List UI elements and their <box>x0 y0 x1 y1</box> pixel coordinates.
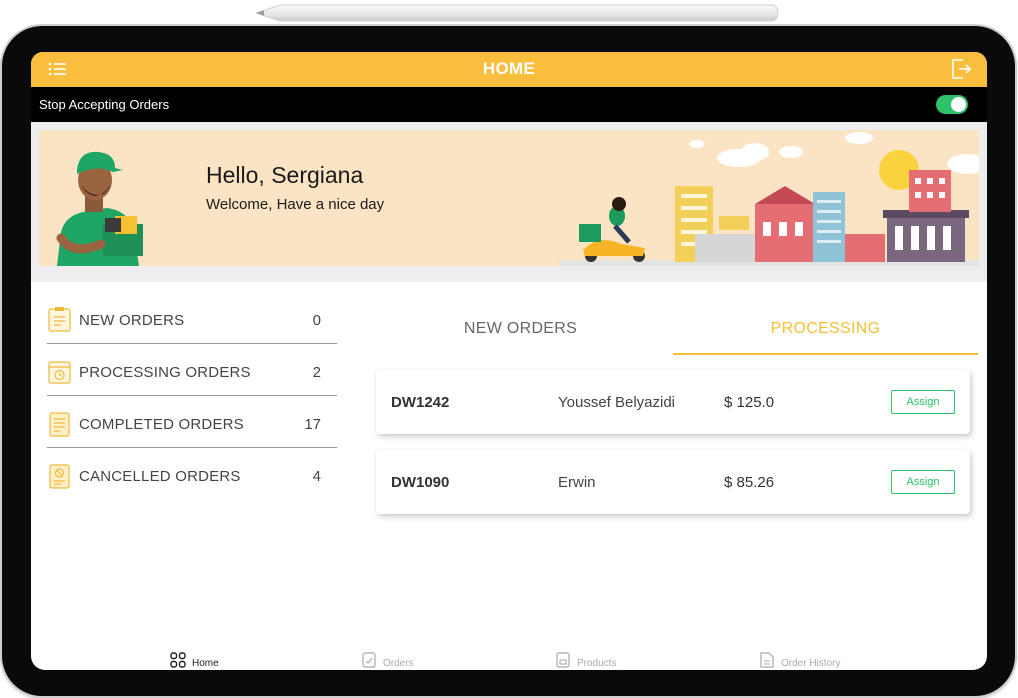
order-id: DW1090 <box>391 474 450 491</box>
summary-label: NEW ORDERS <box>79 312 185 329</box>
accepting-orders-toggle[interactable] <box>936 95 968 114</box>
summary-label: CANCELLED ORDERS <box>79 468 241 485</box>
summary-count: 17 <box>304 416 321 433</box>
assign-button[interactable]: Assign <box>891 390 955 414</box>
orders-icon <box>362 652 376 668</box>
order-customer: Erwin <box>558 474 596 491</box>
order-tabs: NEW ORDERS PROCESSING <box>368 307 979 355</box>
city-illustration <box>559 132 979 266</box>
nav-home[interactable]: Home <box>170 650 230 670</box>
order-card[interactable]: DW1090 Erwin $ 85.26 Assign <box>376 450 970 514</box>
cancelled-orders-icon <box>49 464 70 489</box>
nav-products[interactable]: Products <box>555 650 625 670</box>
products-icon <box>556 652 570 668</box>
order-id: DW1242 <box>391 394 450 411</box>
order-history-icon <box>760 652 774 668</box>
new-orders-icon <box>48 307 71 332</box>
welcome-banner: Hello, Sergiana Welcome, Have a nice day <box>39 130 979 266</box>
banner-section: Hello, Sergiana Welcome, Have a nice day <box>31 122 987 282</box>
order-amount: $ 125.0 <box>724 394 775 411</box>
nav-order-history[interactable]: Order History <box>759 650 859 670</box>
summary-count: 2 <box>312 364 321 381</box>
summary-row-new-orders[interactable]: NEW ORDERS 0 <box>47 292 337 344</box>
stop-accepting-label: Stop Accepting Orders <box>39 97 170 112</box>
toggle-knob <box>951 97 966 112</box>
pencil-decoration <box>256 4 779 22</box>
summary-count: 4 <box>312 468 321 485</box>
summary-count: 0 <box>312 312 321 329</box>
summary-row-processing-orders[interactable]: PROCESSING ORDERS 2 <box>47 344 337 396</box>
bottom-navigation: Home Orders Products Order History <box>31 650 987 670</box>
order-card[interactable]: DW1242 Youssef Belyazidi $ 125.0 Assign <box>376 370 970 434</box>
summary-row-completed-orders[interactable]: COMPLETED ORDERS 17 <box>47 396 337 448</box>
greeting-text: Hello, Sergiana <box>206 162 364 188</box>
top-bar: HOME <box>31 52 987 87</box>
completed-orders-icon <box>49 412 70 437</box>
welcome-text: Welcome, Have a nice day <box>206 196 385 213</box>
summary-row-cancelled-orders[interactable]: CANCELLED ORDERS 4 <box>47 448 337 500</box>
tab-new-orders[interactable]: NEW ORDERS <box>368 307 673 355</box>
summary-label: COMPLETED ORDERS <box>79 416 244 433</box>
page-title: HOME <box>482 59 536 78</box>
order-customer: Youssef Belyazidi <box>558 394 676 411</box>
nav-orders[interactable]: Orders <box>361 650 421 670</box>
home-grid-icon <box>170 652 186 668</box>
app-screen: HOME Stop Accepting Orders Hello, Sergia… <box>31 52 987 670</box>
order-amount: $ 85.26 <box>724 474 775 491</box>
nav-label: Products <box>577 658 617 669</box>
accepting-orders-bar: Stop Accepting Orders <box>31 87 987 122</box>
order-summary-list: NEW ORDERS 0 PROCESSING ORDERS 2 COMPLET… <box>47 292 337 500</box>
processing-orders-icon <box>48 361 71 384</box>
nav-label: Orders <box>383 658 414 669</box>
logout-icon[interactable] <box>949 57 973 81</box>
summary-label: PROCESSING ORDERS <box>79 364 251 381</box>
courier-illustration <box>56 151 143 266</box>
nav-label: Home <box>192 658 219 669</box>
assign-button[interactable]: Assign <box>891 470 955 494</box>
tab-processing[interactable]: PROCESSING <box>673 307 978 355</box>
nav-label: Order History <box>781 658 841 669</box>
